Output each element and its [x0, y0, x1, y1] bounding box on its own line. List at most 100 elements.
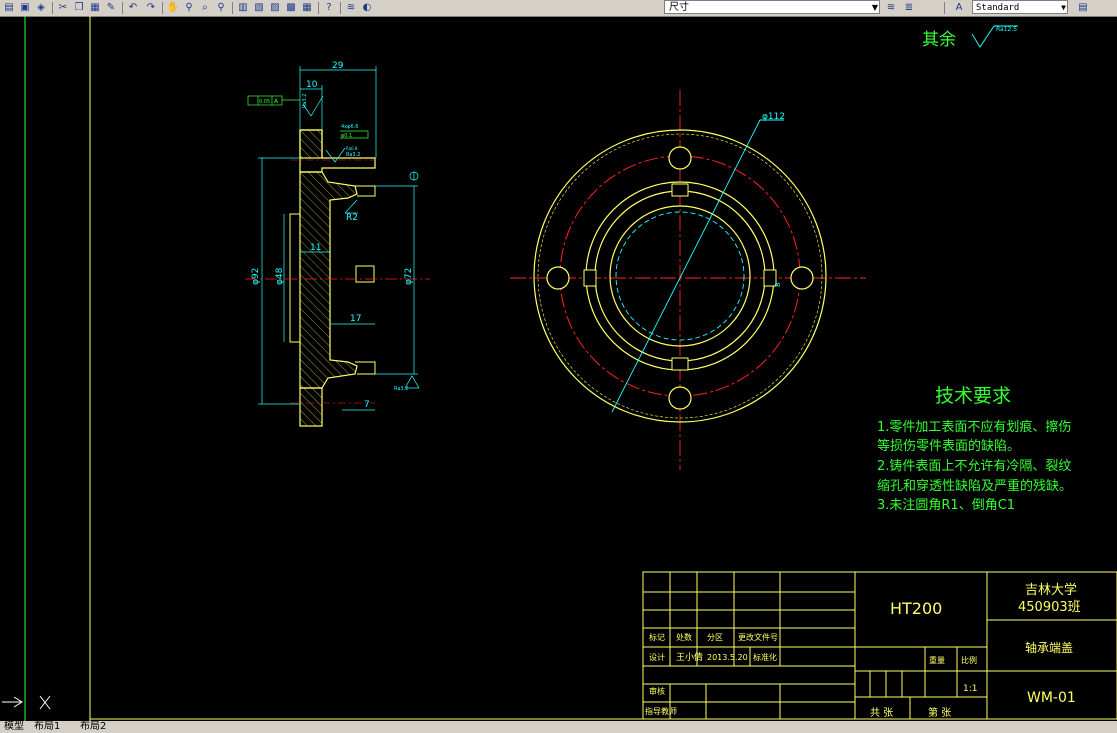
ucs-icon: [2, 695, 51, 710]
layer-manager-icon[interactable]: ≋: [344, 1, 358, 14]
zoom-window-icon[interactable]: ⌕: [198, 1, 212, 14]
craft-label: 指导教师: [645, 706, 677, 716]
tab-model[interactable]: 模型: [4, 721, 24, 733]
text-style-dropdown[interactable]: Standard ▼: [972, 0, 1068, 14]
roughness-section-b: Ra3.2: [346, 152, 360, 158]
layer-state-icon[interactable]: ◐: [360, 1, 374, 14]
layer-previous-icon[interactable]: ≋: [884, 1, 898, 14]
technical-requirements: 技术要求 1.零件加工表面不应有划痕、擦伤 等损伤零件表面的缺陷。 2.铸件表面…: [877, 385, 1072, 513]
match-properties-icon[interactable]: ✎: [104, 1, 118, 14]
hatched-flange-top: [299, 129, 323, 159]
tech-req-line-2: 等损伤零件表面的缺陷。: [877, 438, 1020, 454]
zoom-previous-icon[interactable]: ⚲: [214, 1, 228, 14]
design-center-icon[interactable]: ▧: [252, 1, 266, 14]
design-label: 设计: [649, 652, 665, 662]
dim-slot-width: 8: [774, 283, 782, 287]
drawing-canvas[interactable]: 其余 Ra12.5 29 10 φ92 φ48 φ72 11 17 7 R2 0…: [0, 16, 1117, 721]
roughness-label: 其余: [922, 30, 956, 50]
tech-req-line-3: 2.铸件表面上不允许有冷隔、裂纹: [877, 458, 1071, 474]
plot-preview-icon[interactable]: ◈: [34, 1, 48, 14]
layout-tabs-bar: 模型 布局1 布局2: [0, 721, 1117, 733]
toolbar-separator: [318, 2, 319, 14]
dim-r2: R2: [346, 213, 358, 223]
table-style-icon[interactable]: ▤: [1076, 1, 1090, 14]
dim-10: 10: [306, 80, 318, 90]
drawing-number: WM-01: [1027, 690, 1076, 706]
hatched-section: [299, 171, 358, 389]
toolbar-separator: [340, 2, 341, 14]
roughness-section-small: Ra0.8: [346, 146, 358, 151]
roughness-value: Ra12.5: [996, 26, 1017, 33]
calculator-icon[interactable]: ▦: [300, 1, 314, 14]
scale-label: 比例: [961, 655, 977, 665]
tab-layout2[interactable]: 布局2: [80, 721, 106, 733]
toolbar-separator: [52, 2, 53, 14]
text-style-icon[interactable]: A: [952, 1, 966, 14]
toolbar-separator: [162, 2, 163, 14]
roughness-symbol: Ra12.5: [971, 25, 1018, 48]
zoom-realtime-icon[interactable]: ⚲: [182, 1, 196, 14]
dim-phi112: φ112: [762, 112, 785, 122]
front-view: φ112 8: [510, 90, 866, 470]
dim-phi72: φ72: [404, 268, 414, 285]
dim-phi48: φ48: [275, 267, 285, 285]
hatched-flange-bottom: [299, 387, 323, 427]
undo-icon[interactable]: ↶: [126, 1, 140, 14]
tech-req-line-5: 3.未注圆角R1、倒角C1: [877, 498, 1015, 513]
tech-req-title: 技术要求: [935, 385, 1011, 407]
tech-req-line-4: 缩孔和穿透性缺陷及严重的残缺。: [877, 478, 1072, 494]
tool-palette-icon[interactable]: ▨: [268, 1, 282, 14]
chevron-down-icon: ▼: [871, 3, 878, 12]
toolbar-separator: [944, 2, 945, 14]
total-sheets: 共 张: [870, 707, 893, 719]
standardize-label: 标准化: [753, 652, 777, 662]
layer-dropdown[interactable]: 尺寸 ▼: [664, 0, 880, 14]
change-doc-label: 更改文件号: [738, 632, 778, 642]
toolbar-separator: [232, 2, 233, 14]
print-icon[interactable]: ▣: [18, 1, 32, 14]
standard-toolbar: ▤ ▣ ◈ ✂ ❐ ▦ ✎ ↶ ↷ ✋ ⚲ ⌕ ⚲ ▥ ▧ ▨ ▩ ▦ ? ≋ …: [0, 0, 1117, 17]
section-view: 29 10 φ92 φ48 φ72 11 17 7 R2 0.05 A Ra3.…: [245, 61, 430, 427]
roughness-section-a: Ra3.2: [302, 94, 308, 108]
datum-ref: A: [274, 98, 279, 105]
zone-label: 分区: [707, 633, 723, 642]
position-tolerance: φ0.1: [341, 133, 352, 139]
layer-dropdown-value: 尺寸: [669, 2, 689, 13]
layer-isolate-icon[interactable]: ≣: [902, 1, 916, 14]
dim-29: 29: [332, 61, 344, 71]
title-block-text: HT200 吉林大学 450903班 轴承端盖 WM-01 1:1 标记 处数 …: [645, 582, 1081, 719]
toolbar-separator: [122, 2, 123, 14]
scale-value: 1:1: [963, 684, 977, 694]
help-icon[interactable]: ?: [322, 1, 336, 14]
sheet-number: 第 张: [928, 706, 951, 719]
hole-callout: 4xφ6.6: [341, 124, 358, 130]
tech-req-line-1: 1.零件加工表面不应有划痕、擦伤: [877, 419, 1071, 435]
roughness-section-c: Ra3.2: [394, 386, 408, 392]
redo-icon[interactable]: ↷: [144, 1, 158, 14]
chevron-down-icon: ▼: [1061, 3, 1066, 12]
dim-7: 7: [364, 400, 370, 410]
properties-icon[interactable]: ▥: [236, 1, 250, 14]
dim-11: 11: [310, 243, 321, 253]
review-label: 审核: [649, 686, 665, 696]
class-number: 450903班: [1018, 600, 1081, 615]
material-value: HT200: [890, 599, 942, 618]
mark-label: 标记: [649, 632, 665, 642]
dim-phi92: φ92: [251, 268, 261, 285]
tab-layout1[interactable]: 布局1: [34, 721, 60, 733]
weight-label: 重量: [929, 655, 945, 665]
copy-icon[interactable]: ❐: [72, 1, 86, 14]
paste-icon[interactable]: ▦: [88, 1, 102, 14]
school-name: 吉林大学: [1025, 582, 1077, 598]
count-label: 处数: [676, 632, 692, 642]
cut-icon[interactable]: ✂: [56, 1, 70, 14]
drawing-svg: 其余 Ra12.5 29 10 φ92 φ48 φ72 11 17 7 R2 0…: [2, 16, 1117, 721]
design-date: 2013.5.20: [707, 653, 748, 662]
text-style-dropdown-value: Standard: [976, 3, 1020, 13]
tolerance-value: 0.05: [259, 99, 270, 105]
dim-17: 17: [350, 314, 361, 324]
designer-name: 王小倩: [676, 651, 703, 663]
pan-icon[interactable]: ✋: [166, 1, 180, 14]
open-icon[interactable]: ▤: [2, 1, 16, 14]
markup-icon[interactable]: ▩: [284, 1, 298, 14]
